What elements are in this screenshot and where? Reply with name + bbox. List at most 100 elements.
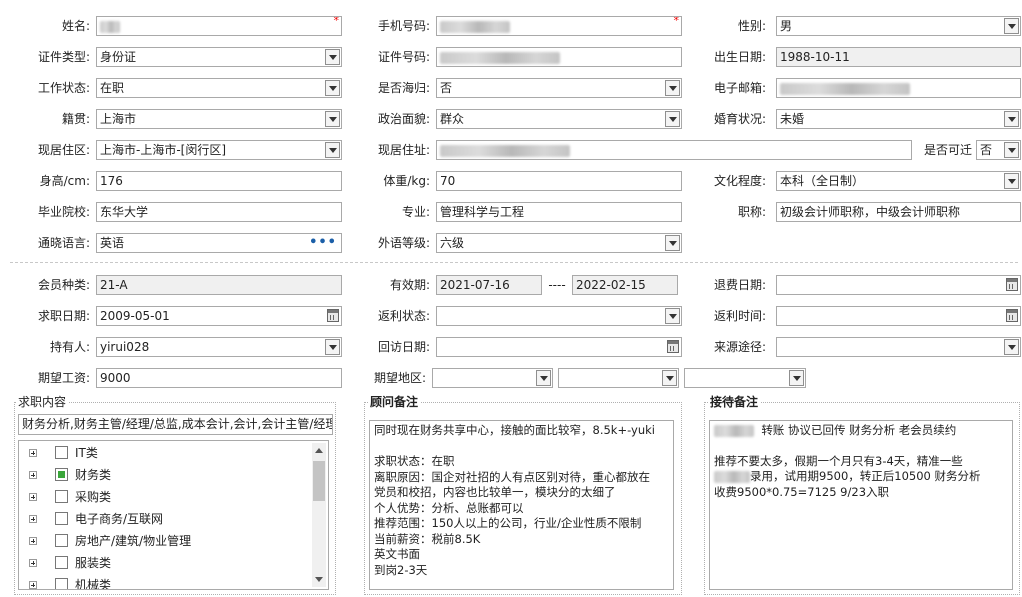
calendar-icon[interactable] [667,340,679,353]
returnee-select[interactable]: 否 [436,78,682,98]
chevron-down-icon[interactable] [665,308,680,324]
region-select-2[interactable] [558,368,679,388]
chevron-down-icon[interactable] [1004,339,1019,355]
education-select[interactable]: 本科（全日制） [776,171,1021,191]
address-field[interactable] [436,140,912,160]
height-field[interactable]: 176 [96,171,342,191]
chevron-down-icon[interactable] [325,111,340,127]
chevron-down-icon[interactable] [1004,142,1019,158]
chevron-down-icon[interactable] [665,235,680,251]
chevron-down-icon[interactable] [665,80,680,96]
expand-icon[interactable] [29,471,37,479]
language-field[interactable]: 英语 ••• [96,233,342,253]
scroll-down-icon[interactable] [315,577,323,582]
chevron-down-icon[interactable] [1004,18,1019,34]
category-checkbox[interactable] [55,512,68,525]
reception-line-4: 收费9500*0.75=7125 9/23入职 [714,484,890,499]
revisit-date-field[interactable] [436,337,682,357]
region-select-1[interactable] [432,368,553,388]
category-checkbox[interactable] [55,490,68,503]
chevron-down-icon[interactable] [536,370,551,386]
salary-field[interactable]: 9000 [96,368,342,388]
job-category-tree[interactable]: IT类 财务类 采购类 电子商务/互联网 房地产/建筑/物业管理 服装类 机械类 [18,440,329,590]
consultant-notes-textarea[interactable]: 同时现在财务共享中心，接触的面比较窄，8.5k+-yuki 求职状态：在职 离职… [369,420,674,590]
calendar-icon[interactable] [1006,278,1018,291]
reception-notes-title: 接待备注 [708,395,761,409]
member-type-field[interactable]: 21-A [96,275,342,295]
chevron-down-icon[interactable] [665,111,680,127]
rebate-status-select[interactable] [436,306,682,326]
scroll-up-icon[interactable] [315,448,323,453]
origin-value: 上海市 [100,112,137,126]
residence-select[interactable]: 上海市-上海市-[闵行区] [96,140,342,160]
expand-icon[interactable] [29,515,37,523]
tree-scrollbar[interactable] [312,443,326,587]
revisit-label: 回访日期: [377,340,430,354]
name-field[interactable]: * [96,16,342,36]
tree-item-label: 房地产/建筑/物业管理 [75,534,192,548]
relocate-select[interactable]: 否 [976,140,1021,160]
political-select[interactable]: 群众 [436,109,682,129]
refund-date-field[interactable] [776,275,1021,295]
job-date-field[interactable]: 2009-05-01 [96,306,342,326]
more-dots-icon[interactable]: ••• [309,234,337,252]
gender-label: 性别: [737,19,766,33]
work-status-select[interactable]: 在职 [96,78,342,98]
holder-select[interactable]: yirui028 [96,337,342,357]
relocate-value: 否 [980,143,993,157]
category-checkbox[interactable] [55,468,68,481]
expand-icon[interactable] [29,449,37,457]
chevron-down-icon[interactable] [1004,173,1019,189]
job-content-summary[interactable]: 财务分析,财务主管/经理/总监,成本会计,会计,会计主管/经理 [18,414,333,435]
source-select[interactable] [776,337,1021,357]
job-content-title: 求职内容 [16,395,69,409]
address-label: 现居住址: [377,143,430,157]
calendar-icon[interactable] [1006,309,1018,322]
id-type-select[interactable]: 身份证 [96,47,342,67]
weight-field[interactable]: 70 [436,171,682,191]
tree-item-label: 机械类 [75,578,112,590]
category-checkbox[interactable] [55,534,68,547]
consultant-notes-title: 顾问备注 [368,395,421,409]
redacted-name [100,20,120,33]
language-level-select[interactable]: 六级 [436,233,682,253]
gender-select[interactable]: 男 [776,16,1021,36]
chevron-down-icon[interactable] [325,80,340,96]
birth-field[interactable]: 1988-10-11 [776,47,1021,67]
expand-icon[interactable] [29,493,37,501]
political-label: 政治面貌: [377,112,430,126]
email-field[interactable] [776,78,1021,98]
school-field[interactable]: 东华大学 [96,202,342,222]
expand-icon[interactable] [29,559,37,567]
title-field[interactable]: 初级会计师职称，中级会计师职称 [776,202,1021,222]
validity-end-field[interactable]: 2022-02-15 [572,275,678,295]
category-checkbox[interactable] [55,556,68,569]
title-label: 职称: [737,205,766,219]
reception-notes-textarea[interactable]: 转账 协议已回传 财务分析 老会员续约 推荐不要太多，假期一个月只有3-4天，精… [709,420,1013,590]
category-checkbox[interactable] [55,446,68,459]
id-number-field[interactable] [436,47,682,67]
chevron-down-icon[interactable] [325,142,340,158]
chevron-down-icon[interactable] [1004,111,1019,127]
category-checkbox[interactable] [55,578,68,589]
chevron-down-icon[interactable] [325,339,340,355]
validity-start-field[interactable]: 2021-07-16 [436,275,542,295]
phone-field[interactable]: * [436,16,682,36]
birth-label: 出生日期: [713,50,766,64]
region-select-3[interactable] [684,368,806,388]
chevron-down-icon[interactable] [662,370,677,386]
reception-line-1: 转账 协议已回传 财务分析 老会员续约 [761,423,957,437]
height-label: 身高/cm: [39,174,90,188]
expand-icon[interactable] [29,537,37,545]
rebate-time-field[interactable] [776,306,1021,326]
refund-date-label: 退费日期: [713,278,766,292]
chevron-down-icon[interactable] [325,49,340,65]
scroll-thumb[interactable] [313,461,325,501]
redacted-name [714,424,754,437]
marital-select[interactable]: 未婚 [776,109,1021,129]
chevron-down-icon[interactable] [789,370,804,386]
major-field[interactable]: 管理科学与工程 [436,202,682,222]
expand-icon[interactable] [29,581,37,589]
calendar-icon[interactable] [327,309,339,322]
origin-select[interactable]: 上海市 [96,109,342,129]
